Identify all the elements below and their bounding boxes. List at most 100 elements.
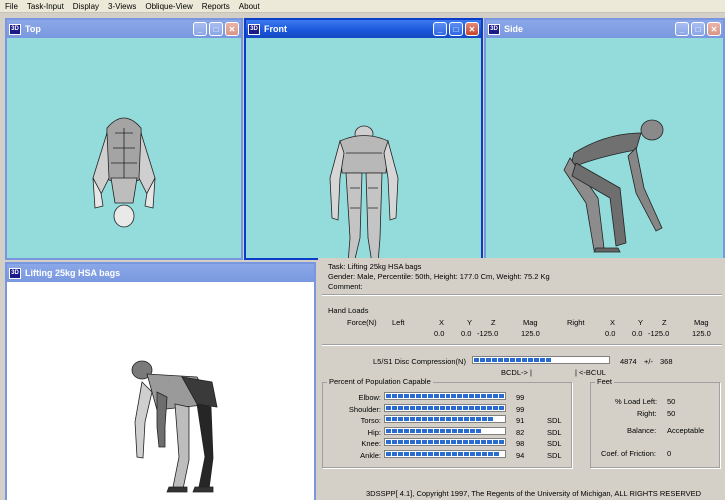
minimize-icon[interactable]: _ <box>433 22 447 36</box>
population-bar-segment <box>421 440 427 444</box>
side-view-window[interactable]: 3D Side _ □ ✕ <box>484 18 725 260</box>
population-row-label: Ankle: <box>360 450 381 460</box>
population-bar-segment <box>463 440 469 444</box>
right-z-value: -125.0 <box>648 329 670 338</box>
population-bar-segment <box>415 394 421 398</box>
close-icon[interactable]: ✕ <box>225 22 239 36</box>
population-bar-segment <box>391 440 397 444</box>
population-bar-segment <box>397 394 403 398</box>
app-3d-icon: 3D <box>9 23 21 35</box>
population-bar-segment <box>445 394 451 398</box>
population-bar-segment <box>398 417 403 421</box>
population-bar-segment <box>481 394 487 398</box>
oblique-view-titlebar[interactable]: 3D Lifting 25kg HSA bags <box>7 264 314 282</box>
population-bar-segment <box>398 451 403 456</box>
front-view-window[interactable]: 3D Front _ □ ✕ <box>244 18 483 260</box>
population-bar-segment <box>404 451 409 456</box>
divider <box>322 344 722 346</box>
population-bar-segment <box>433 440 439 444</box>
left-mag-value: 125.0 <box>521 329 540 338</box>
population-bar-segment <box>391 405 397 410</box>
menu-display[interactable]: Display <box>73 2 99 11</box>
menu-oblique-view[interactable]: Oblique-View <box>145 2 192 11</box>
population-row-label: Shoulder: <box>348 404 381 414</box>
population-bar-segment <box>428 451 433 456</box>
balance-label: Balance: <box>627 426 657 435</box>
oblique-view-window[interactable]: 3D Lifting 25kg HSA bags <box>5 262 316 500</box>
oblique-view-figure <box>131 360 218 493</box>
menu-about[interactable]: About <box>239 2 260 11</box>
front-view-figure <box>329 125 399 258</box>
menu-file[interactable]: File <box>5 2 18 11</box>
population-bar-segment <box>481 440 487 444</box>
population-bar-segment <box>391 394 397 398</box>
population-row-value: 82 <box>516 427 525 437</box>
population-bar-segment <box>392 451 397 456</box>
population-bar-segment <box>386 440 391 444</box>
menu-reports[interactable]: Reports <box>202 2 230 11</box>
population-bar-segment <box>392 428 397 433</box>
population-bar-segment <box>386 451 391 456</box>
population-row-bar <box>384 449 506 458</box>
top-view-canvas[interactable] <box>7 38 241 258</box>
top-view-window[interactable]: 3D Top _ □ ✕ <box>5 18 243 260</box>
population-bar-segment <box>427 440 433 444</box>
population-bar-segment <box>416 451 421 456</box>
population-bar-segment <box>463 394 469 398</box>
window-title: Front <box>264 24 287 34</box>
side-view-canvas[interactable] <box>486 38 723 258</box>
population-bar-segment <box>476 417 481 421</box>
balance-value: Acceptable <box>667 426 705 435</box>
app-3d-icon: 3D <box>248 23 260 35</box>
right-x-header: X <box>610 318 616 327</box>
analysis-summary-panel: Task: Lifting 25kg HSA bags Gender: Male… <box>318 258 725 500</box>
maximize-icon[interactable]: □ <box>449 22 463 36</box>
disc-bar-segment <box>528 358 533 362</box>
population-bar-segment <box>470 417 475 421</box>
population-bar-segment <box>428 417 433 421</box>
population-bar-segment <box>482 417 487 421</box>
population-bar-segment <box>487 405 493 410</box>
disc-bar-segment <box>474 358 479 362</box>
population-bar-segment <box>488 451 493 456</box>
disc-bar-segment <box>534 358 539 362</box>
population-bar-segment <box>487 440 493 444</box>
population-bar-segment <box>409 440 415 444</box>
population-row-label: Elbow: <box>358 393 381 402</box>
right-y-value: 0.0 <box>632 329 643 338</box>
left-z-header: Z <box>491 318 496 327</box>
maximize-icon[interactable]: □ <box>691 22 705 36</box>
population-bar-segment <box>421 394 427 398</box>
population-bar-segment <box>493 440 499 444</box>
copyright-text: 3DSSPP[ 4.1], Copyright 1997, The Regent… <box>366 489 702 498</box>
left-y-value: 0.0 <box>461 329 472 338</box>
minimize-icon[interactable]: _ <box>675 22 689 36</box>
population-bar-segment <box>440 451 445 456</box>
population-bar-segment <box>445 405 451 410</box>
menu-3-views[interactable]: 3-Views <box>108 2 136 11</box>
population-bar-segment <box>409 394 415 398</box>
population-bar-segment <box>446 451 451 456</box>
oblique-view-canvas[interactable] <box>7 282 314 500</box>
front-view-titlebar[interactable]: 3D Front _ □ ✕ <box>246 20 481 38</box>
population-bar-segment <box>446 428 451 433</box>
close-icon[interactable]: ✕ <box>465 22 479 36</box>
front-view-canvas[interactable] <box>246 38 481 258</box>
top-view-titlebar[interactable]: 3D Top _ □ ✕ <box>7 20 241 38</box>
menu-task-input[interactable]: Task-Input <box>27 2 64 11</box>
minimize-icon[interactable]: _ <box>193 22 207 36</box>
right-mag-value: 125.0 <box>692 329 711 338</box>
right-z-header: Z <box>662 318 667 327</box>
population-bar-segment <box>463 405 469 410</box>
load-left-label: % Load Left: <box>615 397 658 406</box>
population-row-flag: SDL <box>547 416 562 425</box>
population-row-value: 99 <box>516 404 525 414</box>
side-view-titlebar[interactable]: 3D Side _ □ ✕ <box>486 20 723 38</box>
window-title: Side <box>504 24 524 34</box>
comment-text: Comment: <box>328 282 363 291</box>
population-row-label: Knee: <box>361 439 381 448</box>
menu-bar: File Task-Input Display 3-Views Oblique-… <box>0 0 725 13</box>
close-icon[interactable]: ✕ <box>707 22 721 36</box>
maximize-icon[interactable]: □ <box>209 22 223 36</box>
population-bar-segment <box>457 440 463 444</box>
